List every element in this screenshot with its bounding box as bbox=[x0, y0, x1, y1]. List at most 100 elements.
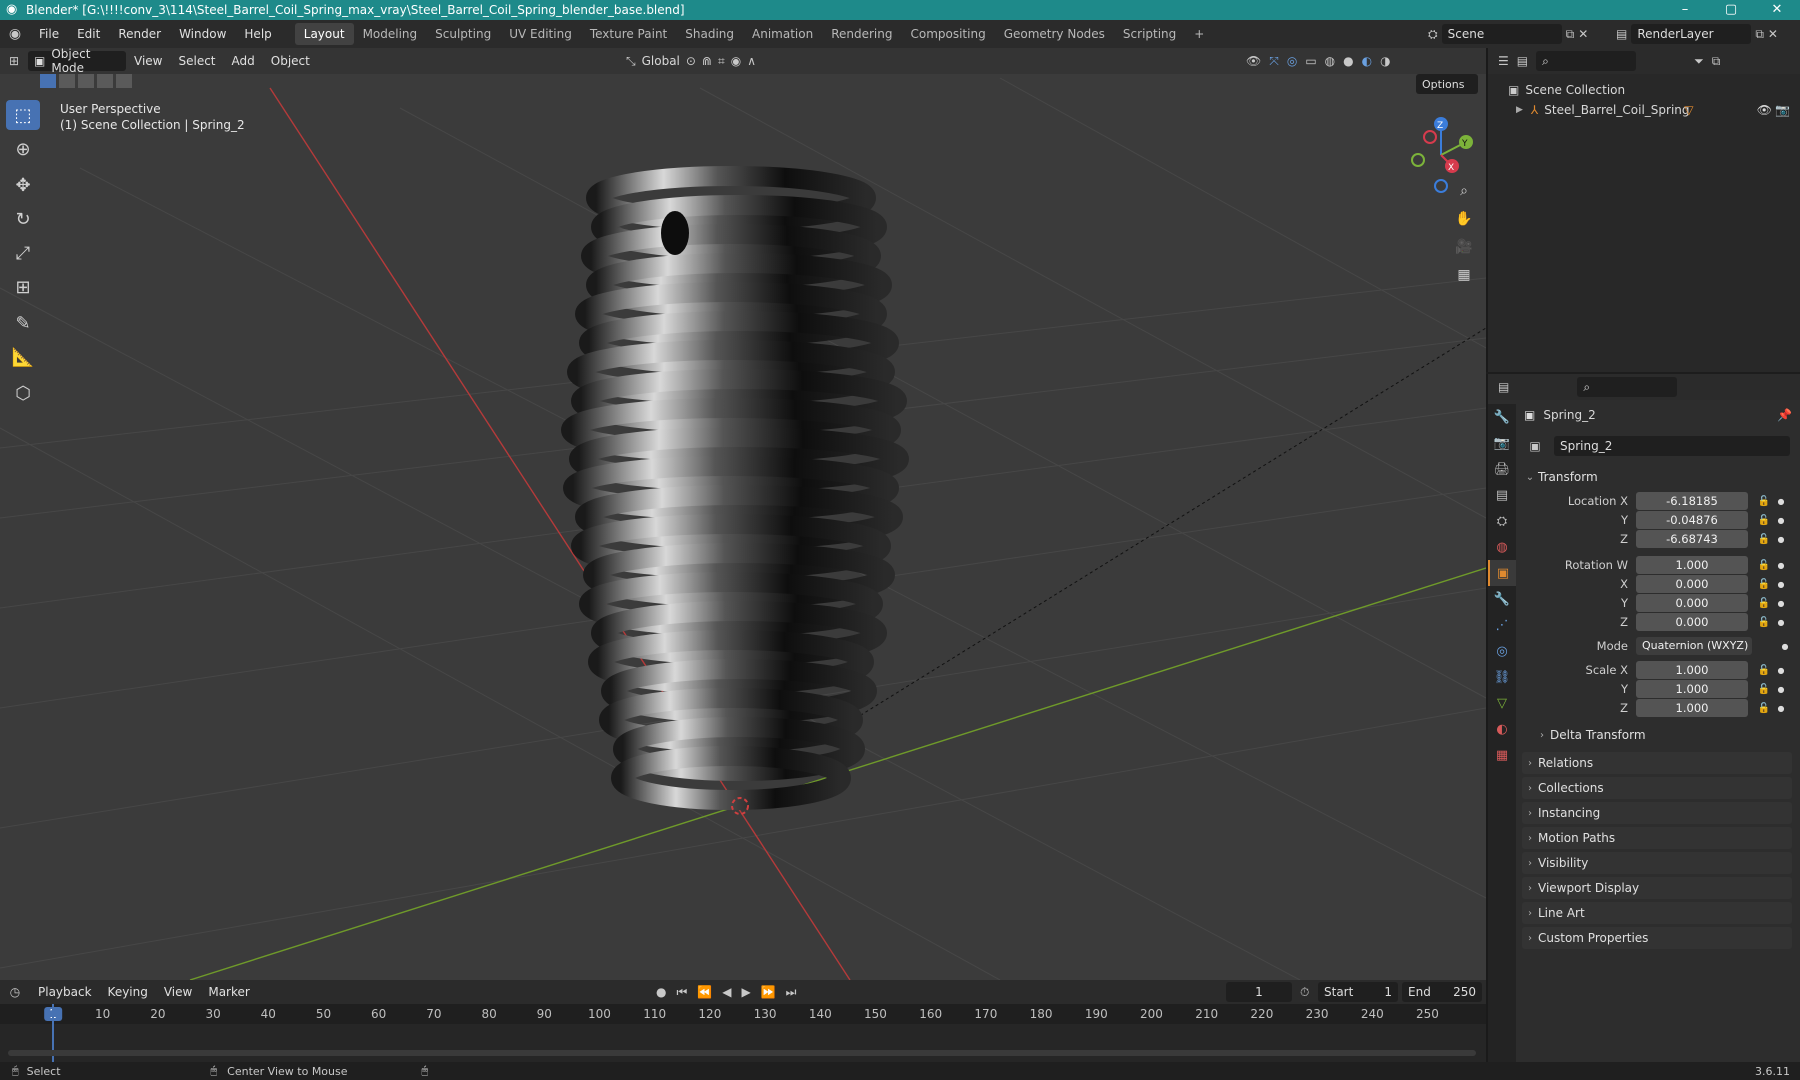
lock-icon[interactable]: 🔓 bbox=[1756, 665, 1772, 676]
select-extend-icon[interactable] bbox=[59, 74, 75, 88]
measure-tool-icon[interactable]: 📐 bbox=[6, 342, 40, 372]
camera-view-icon[interactable]: 🎥 bbox=[1451, 234, 1477, 260]
lock-icon[interactable]: 🔓 bbox=[1756, 598, 1772, 609]
properties-search-input[interactable]: ⌕ bbox=[1577, 377, 1678, 397]
particles-tab-icon[interactable]: ⋰ bbox=[1488, 612, 1516, 638]
keyframe-dot-icon[interactable]: ● bbox=[1776, 666, 1786, 675]
data-tab-icon[interactable]: ▽ bbox=[1488, 690, 1516, 716]
falloff-icon[interactable]: ∧ bbox=[747, 54, 756, 68]
menu-edit[interactable]: Edit bbox=[68, 27, 109, 41]
tab-compositing[interactable]: Compositing bbox=[901, 23, 994, 45]
filter-icon[interactable]: ⏷ bbox=[1694, 54, 1704, 69]
outliner-search-input[interactable]: ⌕ bbox=[1536, 51, 1637, 71]
keyframe-dot-icon[interactable]: ● bbox=[1776, 561, 1786, 570]
cursor-tool-icon[interactable]: ⊕ bbox=[6, 134, 40, 164]
delete-layer-icon[interactable]: ✕ bbox=[1768, 27, 1778, 41]
menu-file[interactable]: File bbox=[30, 27, 68, 41]
collections-panel-header[interactable]: › Collections bbox=[1522, 777, 1792, 799]
location-x-field[interactable]: -6.18185 bbox=[1636, 492, 1748, 510]
motion-paths-panel-header[interactable]: › Motion Paths bbox=[1522, 827, 1792, 849]
play-reverse-icon[interactable]: ◀ bbox=[722, 985, 731, 999]
tab-uv-editing[interactable]: UV Editing bbox=[500, 23, 581, 45]
delete-scene-icon[interactable]: ✕ bbox=[1578, 27, 1588, 41]
select-subtract-icon[interactable] bbox=[78, 74, 94, 88]
rotation-y-field[interactable]: 0.000 bbox=[1636, 594, 1748, 612]
keyframe-dot-icon[interactable]: ● bbox=[1776, 685, 1786, 694]
lock-icon[interactable]: 🔓 bbox=[1756, 560, 1772, 571]
lock-icon[interactable]: 🔓 bbox=[1756, 617, 1772, 628]
instancing-panel-header[interactable]: › Instancing bbox=[1522, 802, 1792, 824]
tab-sculpting[interactable]: Sculpting bbox=[426, 23, 500, 45]
datablock-browse-icon[interactable]: ▣ bbox=[1522, 439, 1548, 453]
relations-panel-header[interactable]: › Relations bbox=[1522, 752, 1792, 774]
blender-menu-icon[interactable]: ◉ bbox=[0, 26, 30, 42]
viewport-display-panel-header[interactable]: › Viewport Display bbox=[1522, 877, 1792, 899]
orientation-label[interactable]: Global bbox=[642, 54, 680, 68]
jump-key-forward-icon[interactable]: ⏩ bbox=[761, 985, 776, 999]
menu-render[interactable]: Render bbox=[109, 27, 170, 41]
select-box-tool-icon[interactable]: ⬚ bbox=[6, 100, 40, 130]
object-tab-icon[interactable]: ▣ bbox=[1488, 560, 1516, 586]
xray-toggle-icon[interactable]: ▭ bbox=[1305, 54, 1316, 68]
frame-ruler[interactable]: 1102030405060708090100110120130140150160… bbox=[0, 1004, 1486, 1024]
gizmo-neg-y-icon[interactable] bbox=[1411, 153, 1425, 167]
menu-window[interactable]: Window bbox=[170, 27, 235, 41]
expand-chevron-icon[interactable]: ▶ bbox=[1516, 105, 1523, 115]
menu-keying[interactable]: Keying bbox=[100, 985, 156, 999]
view-layer-tab-icon[interactable]: ▤ bbox=[1488, 482, 1516, 508]
rotation-mode-dropdown[interactable]: Quaternion (WXYZ) ⌄ bbox=[1636, 637, 1752, 670]
tab-geometry-nodes[interactable]: Geometry Nodes bbox=[995, 23, 1114, 45]
wireframe-shading-icon[interactable]: ◍ bbox=[1325, 54, 1335, 68]
stopwatch-icon[interactable]: ⏱ bbox=[1300, 985, 1309, 1000]
physics-tab-icon[interactable]: ◎ bbox=[1488, 638, 1516, 664]
select-invert-icon[interactable] bbox=[97, 74, 113, 88]
menu-timeline-view[interactable]: View bbox=[156, 985, 200, 999]
proportional-edit-icon[interactable]: ◉ bbox=[731, 54, 741, 68]
scale-x-field[interactable]: 1.000 bbox=[1636, 661, 1748, 679]
scale-z-field[interactable]: 1.000 bbox=[1636, 699, 1748, 717]
keyframe-dot-icon[interactable]: ● bbox=[1776, 516, 1786, 525]
gizmo-toggle-icon[interactable]: ⤧ bbox=[1269, 54, 1279, 69]
add-workspace-icon[interactable]: + bbox=[1185, 23, 1213, 45]
snap-target-icon[interactable]: ⌗ bbox=[718, 54, 725, 69]
select-new-icon[interactable] bbox=[40, 74, 56, 88]
keyframe-dot-icon[interactable]: ● bbox=[1776, 618, 1786, 627]
timeline-editor-type-icon[interactable]: ◷ bbox=[0, 985, 30, 999]
menu-add[interactable]: Add bbox=[224, 54, 263, 68]
editor-type-icon[interactable]: ⊞ bbox=[0, 54, 28, 68]
camera-render-icon[interactable]: 📷 bbox=[1775, 103, 1790, 117]
menu-help[interactable]: Help bbox=[235, 27, 280, 41]
keyframe-dot-icon[interactable]: ● bbox=[1780, 642, 1790, 651]
pivot-icon[interactable]: ⊙ bbox=[686, 54, 696, 68]
view-layer-icon[interactable]: ▤ bbox=[1616, 27, 1627, 41]
solid-shading-icon[interactable]: ● bbox=[1343, 54, 1353, 68]
rotation-x-field[interactable]: 0.000 bbox=[1636, 575, 1748, 593]
jump-start-icon[interactable]: ⏮ bbox=[676, 985, 687, 1000]
outliner-editor-type-icon[interactable]: ☰ bbox=[1498, 54, 1509, 68]
texture-tab-icon[interactable]: ▦ bbox=[1488, 742, 1516, 768]
mode-selector[interactable]: ▣ Object Mode bbox=[28, 48, 126, 75]
output-tab-icon[interactable]: 🖨 bbox=[1488, 456, 1516, 482]
move-tool-icon[interactable]: ✥ bbox=[6, 170, 40, 200]
close-icon[interactable]: ✕ bbox=[1754, 0, 1800, 20]
jump-key-back-icon[interactable]: ⏪ bbox=[697, 985, 712, 999]
lock-icon[interactable]: 🔓 bbox=[1756, 515, 1772, 526]
pan-hand-icon[interactable]: ✋ bbox=[1451, 206, 1477, 232]
outliner-item[interactable]: ▶ ⅄ Steel_Barrel_Coil_Spring ▽ 👁 📷 bbox=[1488, 100, 1800, 120]
tab-rendering[interactable]: Rendering bbox=[822, 23, 901, 45]
tool-tab-icon[interactable]: 🔧 bbox=[1488, 404, 1516, 430]
menu-marker[interactable]: Marker bbox=[200, 985, 257, 999]
visibility-panel-header[interactable]: › Visibility bbox=[1522, 852, 1792, 874]
scene-tab-icon[interactable]: ⛭ bbox=[1488, 508, 1516, 534]
line-art-panel-header[interactable]: › Line Art bbox=[1522, 902, 1792, 924]
maximize-icon[interactable]: ▢ bbox=[1708, 0, 1754, 20]
scene-field[interactable]: Scene bbox=[1441, 24, 1562, 44]
rotation-w-field[interactable]: 1.000 bbox=[1636, 556, 1748, 574]
add-cube-tool-icon[interactable]: ⬡ bbox=[6, 378, 40, 408]
start-frame-field[interactable]: Start 1 bbox=[1318, 982, 1398, 1002]
minimize-icon[interactable]: – bbox=[1662, 0, 1708, 20]
gizmo-neg-x-icon[interactable] bbox=[1423, 130, 1437, 144]
scale-tool-icon[interactable]: ⤢ bbox=[6, 238, 40, 268]
transform-orientation-icon[interactable]: ⤡ bbox=[626, 54, 636, 69]
lock-icon[interactable]: 🔓 bbox=[1756, 496, 1772, 507]
